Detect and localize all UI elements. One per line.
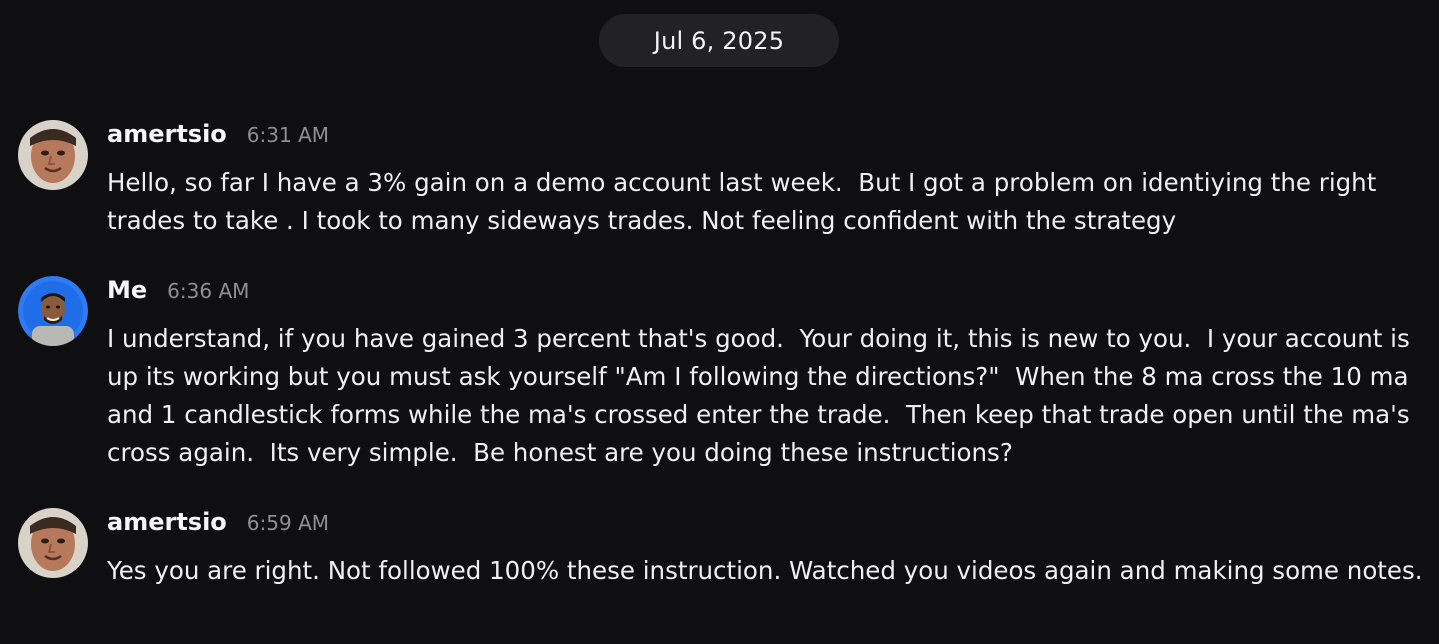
chat-message: amertsio 6:31 AM Hello, so far I have a … xyxy=(0,120,1439,240)
message-timestamp: 6:36 AM xyxy=(167,279,250,303)
chat-message: Me 6:36 AM I understand, if you have gai… xyxy=(0,276,1439,476)
user-avatar[interactable] xyxy=(18,508,88,578)
avatar-me-image xyxy=(18,276,88,346)
chat-message: amertsio 6:59 AM Yes you are right. Not … xyxy=(0,508,1439,638)
message-author[interactable]: Me xyxy=(107,276,147,304)
user-avatar[interactable] xyxy=(18,276,88,346)
user-avatar[interactable] xyxy=(18,120,88,190)
message-author[interactable]: amertsio xyxy=(107,508,227,536)
message-text: Hello, so far I have a 3% gain on a demo… xyxy=(107,168,1385,235)
message-timestamp: 6:31 AM xyxy=(246,123,330,147)
message-text: Yes you are right. Not followed 100% the… xyxy=(107,556,1423,585)
message-text: I understand, if you have gained 3 perce… xyxy=(107,324,1418,467)
date-divider: Jul 6, 2025 xyxy=(599,14,839,67)
avatar-amertsio-image xyxy=(18,508,88,578)
avatar-amertsio-image xyxy=(18,120,88,190)
message-author[interactable]: amertsio xyxy=(107,120,227,148)
message-timestamp: 6:59 AM xyxy=(246,511,330,535)
